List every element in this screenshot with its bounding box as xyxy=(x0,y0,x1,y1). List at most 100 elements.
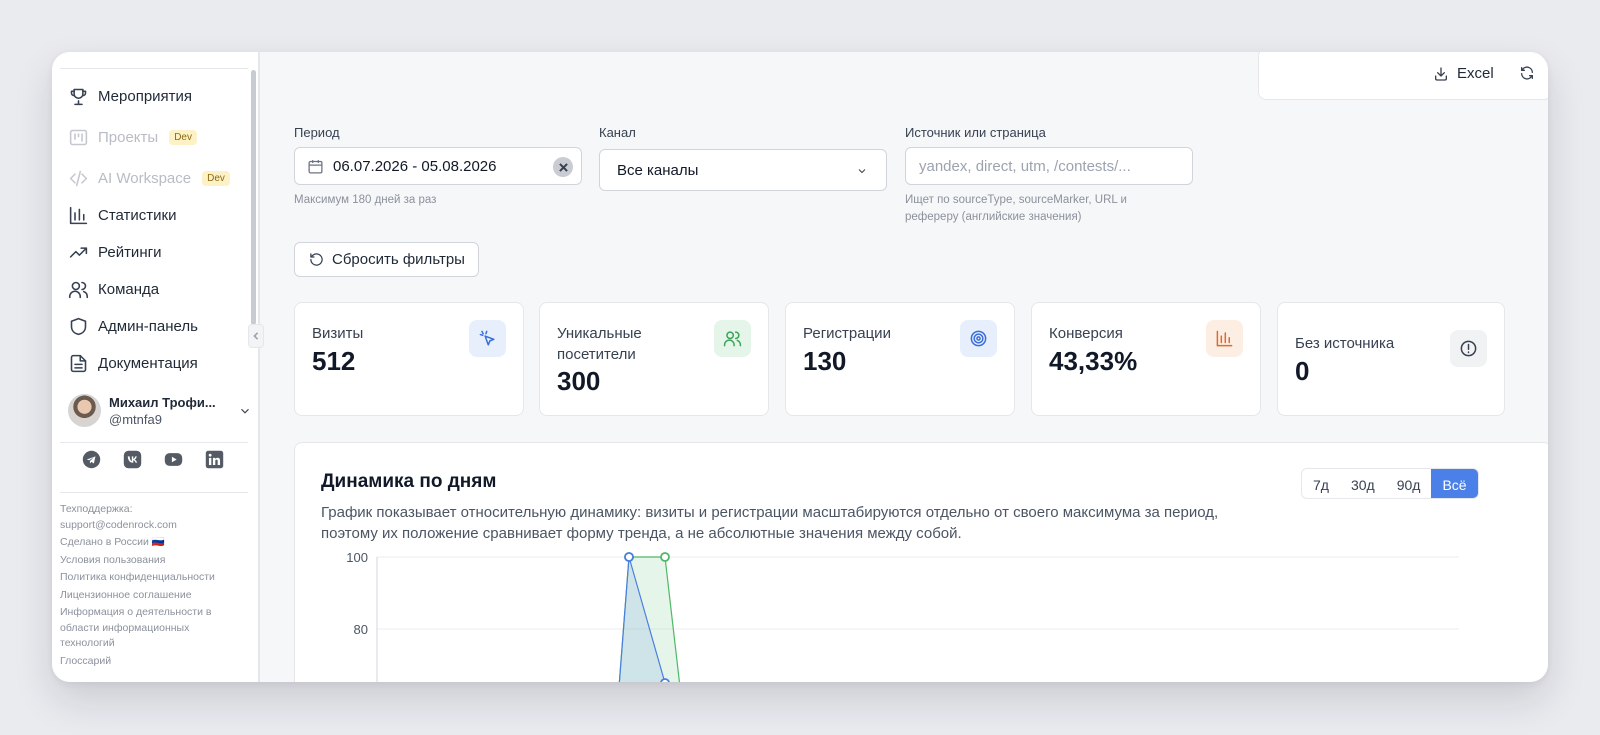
sidebar-item-ai-workspace[interactable]: AI Workspace Dev xyxy=(68,164,230,192)
channel-value: Все каналы xyxy=(617,161,699,179)
reset-icon xyxy=(310,253,323,266)
sidebar-divider xyxy=(60,442,248,443)
support-label: Техподдержка: xyxy=(60,503,133,515)
sidebar-item-label: Проекты xyxy=(98,128,159,146)
it-info-link[interactable]: Информация о деятельности в области инфо… xyxy=(60,605,245,652)
reset-filters-label: Сбросить фильтры xyxy=(332,251,465,268)
reset-filters-button[interactable]: Сбросить фильтры xyxy=(294,242,479,277)
support-email-link[interactable]: support@codenrock.com xyxy=(60,519,177,531)
chevron-down-icon xyxy=(858,169,866,174)
kpi-label: Уникальные посетители xyxy=(557,323,642,365)
sidebar-item-events[interactable]: Мероприятия xyxy=(68,82,192,110)
privacy-link[interactable]: Политика конфиденциальности xyxy=(60,570,245,586)
sidebar-item-label: AI Workspace xyxy=(98,169,192,187)
telegram-icon[interactable] xyxy=(82,450,101,469)
alert-circle-icon xyxy=(1460,340,1477,357)
excel-export-button[interactable]: Excel xyxy=(1433,65,1494,82)
refresh-button[interactable] xyxy=(1519,65,1535,86)
sidebar-item-label: Админ-панель xyxy=(98,317,198,335)
kpi-card-conversion: Конверсия 43,33% xyxy=(1031,302,1261,416)
document-icon xyxy=(70,354,87,372)
kpi-label: Визиты xyxy=(312,325,364,342)
period-hint: Максимум 180 дней за раз xyxy=(294,194,437,206)
user-name: Михаил Трофи... xyxy=(109,395,216,410)
kpi-card-visits: Визиты 512 xyxy=(294,302,524,416)
source-hint-line: рефереру (английские значения) xyxy=(905,211,1082,223)
close-icon xyxy=(558,162,568,172)
data-point-1-1[interactable] xyxy=(660,678,670,682)
sidebar: Мероприятия Проекты Dev AI Workspace Dev… xyxy=(52,52,264,682)
kpi-value: 130 xyxy=(803,346,847,376)
bar-chart-icon xyxy=(1216,330,1233,347)
terms-link[interactable]: Условия пользования xyxy=(60,553,245,569)
sidebar-item-admin[interactable]: Админ-панель xyxy=(68,312,198,340)
sidebar-item-statistics[interactable]: Статистики xyxy=(68,201,177,229)
target-icon xyxy=(970,330,987,347)
footer-links: Техподдержка: support@codenrock.com Сдел… xyxy=(60,502,245,671)
sidebar-item-label: Рейтинги xyxy=(98,243,162,261)
dev-badge: Dev xyxy=(169,129,197,145)
sidebar-top-divider xyxy=(60,68,248,69)
y-tick-label: 80 xyxy=(354,622,368,637)
data-point-1-0[interactable] xyxy=(624,552,634,562)
chevron-left-icon xyxy=(253,332,259,340)
dynamics-chart: 100 80 xyxy=(346,550,1459,682)
shield-icon xyxy=(70,317,87,335)
calendar-icon xyxy=(308,159,323,174)
sidebar-item-projects[interactable]: Проекты Dev xyxy=(68,123,197,151)
kpi-value: 0 xyxy=(1295,356,1310,386)
source-placeholder: yandex, direct, utm, /contests/... xyxy=(919,157,1131,175)
dev-badge: Dev xyxy=(202,170,230,186)
support-info: Техподдержка: support@codenrock.com xyxy=(60,502,245,533)
sidebar-scrollbar[interactable] xyxy=(251,70,256,325)
social-links xyxy=(82,450,224,469)
refresh-icon xyxy=(1521,66,1533,80)
kpi-label: Регистрации xyxy=(803,325,891,342)
user-menu[interactable]: Михаил Трофи... @mtnfa9 xyxy=(68,392,249,432)
sidebar-item-label: Команда xyxy=(98,280,160,298)
chevron-down-icon xyxy=(241,408,249,414)
kpi-icon-box xyxy=(960,320,997,357)
sidebar-item-team[interactable]: Команда xyxy=(68,275,159,303)
kpi-label-line: посетители xyxy=(557,346,636,363)
kpi-label: Конверсия xyxy=(1049,325,1123,342)
license-link[interactable]: Лицензионное соглашение xyxy=(60,588,245,604)
linkedin-icon[interactable] xyxy=(205,450,224,469)
channel-select[interactable]: Все каналы xyxy=(599,149,887,191)
sidebar-item-label: Статистики xyxy=(98,206,177,224)
sidebar-item-label: Мероприятия xyxy=(98,87,193,105)
period-value: 06.07.2026 - 05.08.2026 xyxy=(333,157,497,175)
avatar xyxy=(68,394,101,427)
kpi-icon-box xyxy=(1206,320,1243,357)
kpi-icon-box xyxy=(469,320,506,357)
source-hint-line: Ищет по sourceType, sourceMarker, URL и xyxy=(905,194,1127,206)
user-handle: @mtnfa9 xyxy=(109,412,162,427)
period-date-picker[interactable]: 06.07.2026 - 05.08.2026 xyxy=(294,147,582,185)
kpi-icon-box xyxy=(714,320,751,357)
sidebar-item-label: Документация xyxy=(98,354,198,372)
excel-label: Excel xyxy=(1457,65,1494,82)
trophy-icon xyxy=(70,88,87,105)
youtube-icon[interactable] xyxy=(164,450,183,469)
sidebar-item-docs[interactable]: Документация xyxy=(68,349,198,377)
kpi-card-no-source: Без источника 0 xyxy=(1277,302,1505,416)
series-layer xyxy=(618,552,681,682)
kpi-value: 300 xyxy=(557,366,601,396)
kpi-card-unique-visitors: Уникальные посетители 300 xyxy=(539,302,769,416)
sidebar-divider xyxy=(60,492,248,493)
clear-period-button[interactable] xyxy=(553,157,573,177)
glossary-link[interactable]: Глоссарий xyxy=(60,654,245,670)
main-content: Excel Период 06.07.2026 - 05.08.2026 Мак… xyxy=(262,52,1548,682)
data-point-0-1[interactable] xyxy=(660,552,670,562)
period-label: Период xyxy=(294,125,340,140)
source-hint: Ищет по sourceType, sourceMarker, URL и … xyxy=(905,192,1127,226)
sidebar-item-ratings[interactable]: Рейтинги xyxy=(68,238,161,266)
trend-icon xyxy=(69,246,88,258)
source-input[interactable]: yandex, direct, utm, /contests/... xyxy=(905,147,1193,185)
kpi-label: Без источника xyxy=(1295,335,1395,352)
y-tick-label: 100 xyxy=(346,550,368,565)
vk-icon[interactable] xyxy=(123,450,142,469)
source-label: Источник или страница xyxy=(905,125,1046,140)
kanban-icon xyxy=(69,129,88,145)
export-toolbar: Excel xyxy=(1258,52,1548,100)
